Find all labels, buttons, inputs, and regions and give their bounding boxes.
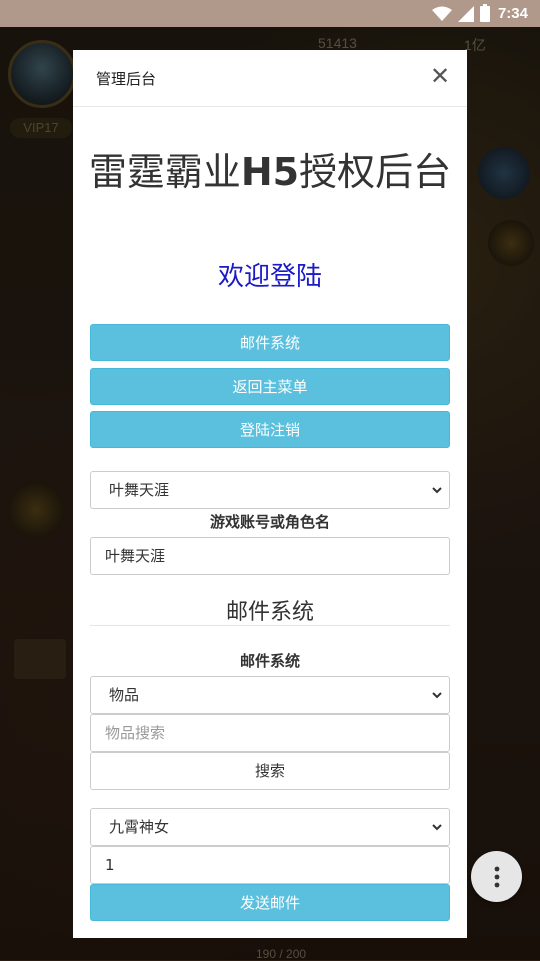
title-text-1: 雷霆霸业	[88, 150, 241, 194]
mail-label: 邮件系统	[239, 652, 300, 670]
close-icon[interactable]: ✕	[429, 64, 451, 88]
status-bar: 7:34	[0, 0, 540, 27]
welcome-text: 欢迎登陆	[217, 262, 322, 292]
battery-icon	[479, 3, 490, 22]
send-mail-button[interactable]: 发送邮件	[90, 884, 450, 921]
admin-dialog: 管理后台 ✕ 雷霆霸业H5授权后台 欢迎登陆 邮件系统 返回主菜单 登陆注销 叶…	[73, 50, 467, 938]
account-label: 游戏账号或角色名	[209, 513, 330, 531]
item-search-input[interactable]: 物品搜索	[90, 714, 450, 752]
chevron-down-icon	[432, 692, 442, 699]
more-vertical-icon	[494, 866, 499, 887]
item-select[interactable]: 九霄神女	[90, 808, 450, 846]
wifi-icon	[431, 6, 452, 21]
item-select-value: 九霄神女	[109, 818, 170, 836]
title-text-2: 授权后台	[299, 150, 452, 194]
search-button[interactable]: 搜索	[90, 752, 450, 790]
more-menu-button[interactable]	[471, 851, 522, 902]
back-main-menu-button[interactable]: 返回主菜单	[90, 368, 450, 405]
chevron-down-icon	[432, 824, 442, 831]
item-type-select[interactable]: 物品	[90, 676, 450, 714]
account-select-value: 叶舞天涯	[109, 481, 170, 499]
status-time: 7:34	[497, 5, 528, 22]
section-title: 邮件系统	[225, 600, 314, 625]
page-title: 雷霆霸业H5授权后台	[83, 148, 457, 196]
account-input[interactable]: 叶舞天涯	[90, 537, 450, 575]
dialog-title: 管理后台	[96, 70, 157, 88]
title-text-bold: H5	[240, 150, 300, 194]
account-select[interactable]: 叶舞天涯	[90, 471, 450, 509]
chevron-down-icon	[432, 487, 442, 494]
signal-icon	[457, 5, 474, 22]
item-type-select-value: 物品	[109, 686, 140, 704]
section-divider	[90, 625, 450, 626]
mail-system-button[interactable]: 邮件系统	[90, 324, 450, 361]
quantity-input[interactable]: 1	[90, 846, 450, 884]
dialog-header: 管理后台 ✕	[73, 50, 467, 107]
logout-button[interactable]: 登陆注销	[90, 411, 450, 448]
